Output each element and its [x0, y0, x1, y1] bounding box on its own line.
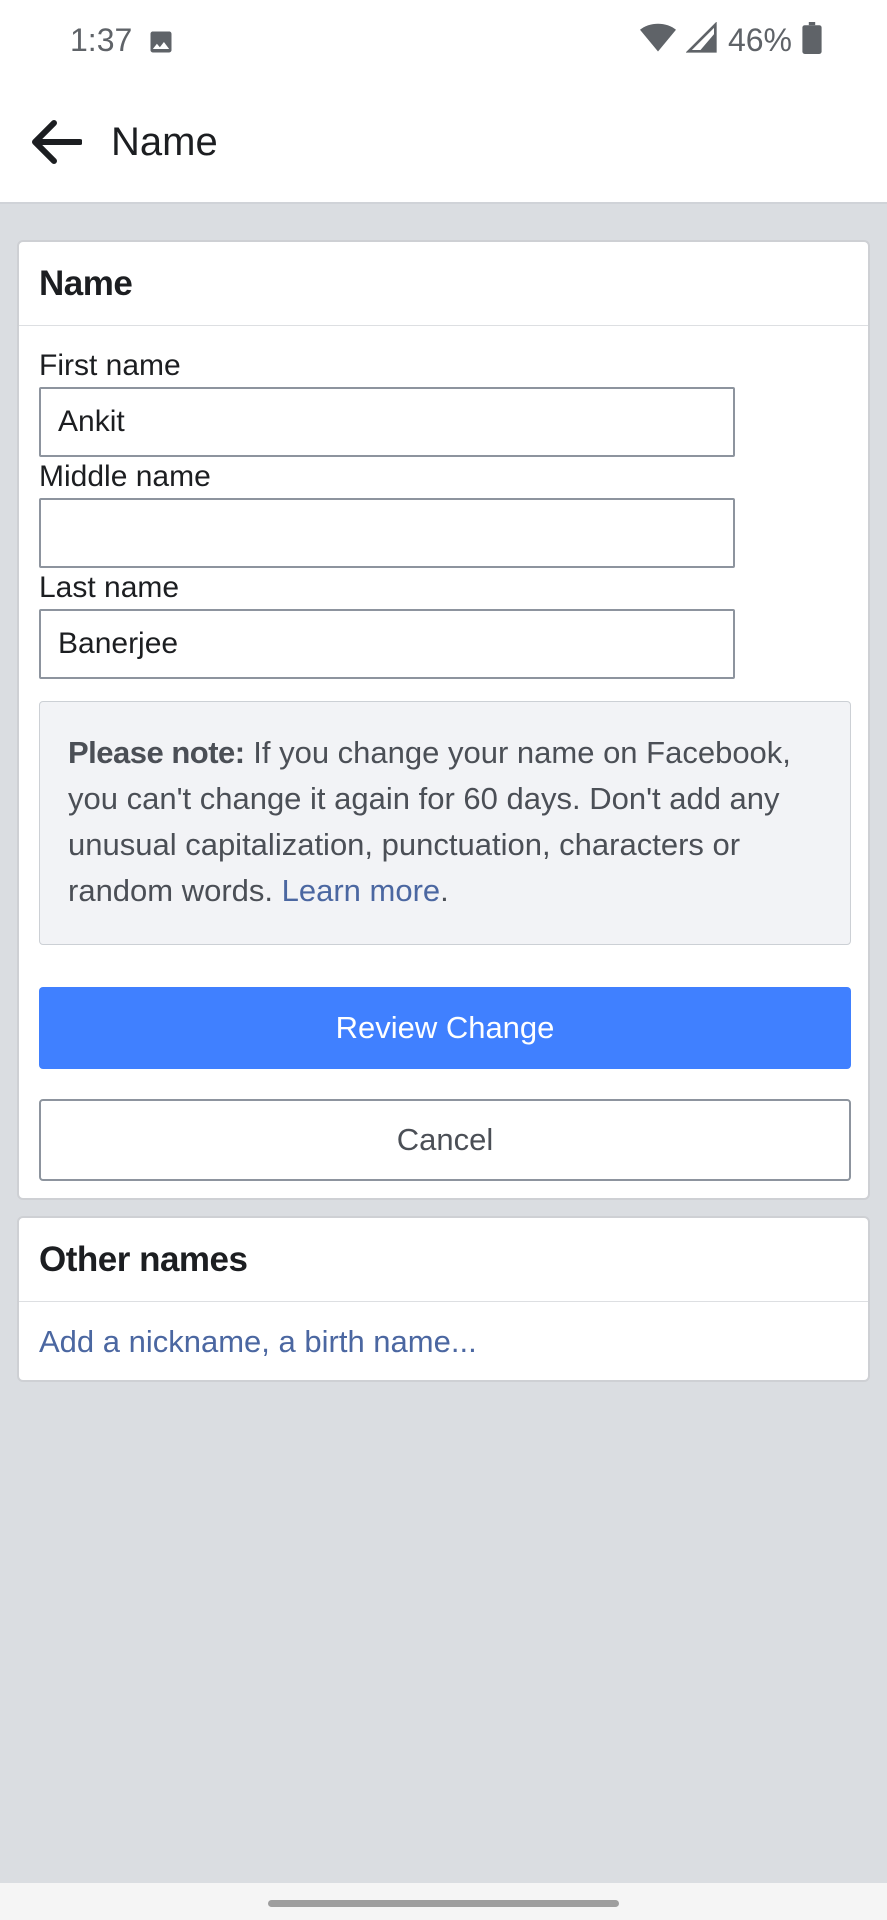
middle-name-label: Middle name — [39, 460, 211, 493]
first-name-label: First name — [39, 349, 181, 382]
name-card: Name First name Middle name Last name Pl… — [17, 240, 870, 1200]
last-name-label: Last name — [39, 571, 180, 604]
app-bar: Name — [0, 84, 887, 204]
battery-icon — [802, 22, 822, 59]
battery-percent: 46% — [727, 22, 792, 58]
system-nav-bar — [0, 1883, 887, 1920]
cancel-button[interactable]: Cancel — [39, 1099, 851, 1181]
arrow-left-icon — [30, 119, 83, 170]
first-name-input[interactable] — [39, 387, 735, 457]
home-gesture-handle[interactable] — [268, 1900, 619, 1907]
status-time: 1:37 — [70, 22, 133, 58]
learn-more-link[interactable]: Learn more — [282, 873, 441, 908]
page-title: Name — [111, 120, 218, 164]
note-heading: Please note: — [68, 735, 245, 770]
review-change-button[interactable]: Review Change — [39, 987, 851, 1069]
name-card-title: Name — [19, 242, 868, 326]
add-other-name-link[interactable]: Add a nickname, a birth name... — [19, 1302, 868, 1382]
status-bar: 1:37 46% — [0, 0, 887, 84]
other-names-card: Other names Add a nickname, a birth name… — [17, 1216, 870, 1382]
wifi-icon — [639, 22, 676, 59]
image-icon — [147, 28, 175, 61]
back-button[interactable] — [26, 114, 86, 174]
signal-icon — [685, 21, 718, 59]
status-indicators: 46% — [639, 21, 822, 59]
last-name-input[interactable] — [39, 609, 735, 679]
note-end: . — [440, 873, 449, 908]
middle-name-input[interactable] — [39, 498, 735, 568]
other-names-title: Other names — [19, 1218, 868, 1302]
name-change-note: Please note: If you change your name on … — [39, 701, 851, 945]
